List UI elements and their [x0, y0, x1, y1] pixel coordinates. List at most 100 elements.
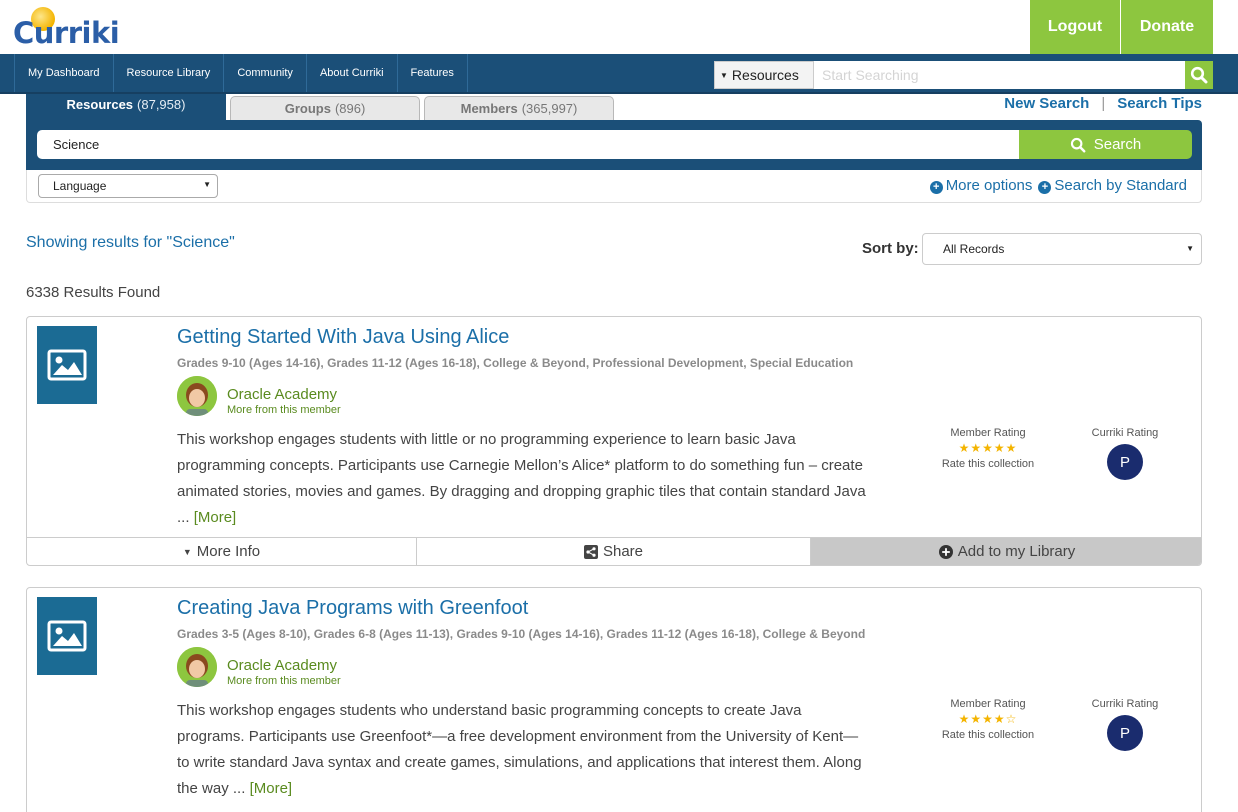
results-count: 6338 Results Found: [26, 284, 161, 301]
star-icon: ★: [970, 712, 983, 726]
member-rating-label: Member Rating: [950, 698, 1026, 710]
main-nav: My Dashboard Resource Library Community …: [0, 54, 1238, 94]
share-icon: [583, 544, 598, 559]
tab-resources-count: (87,958): [137, 97, 186, 112]
more-options-label: More options: [945, 177, 1033, 194]
filter-row: Language ▼ + More options + Search by Stan…: [26, 170, 1202, 203]
nav-item-resource-library[interactable]: Resource Library: [114, 54, 225, 92]
more-info-button[interactable]: ▼ More Info: [27, 538, 417, 565]
tab-members-label: Members: [460, 101, 518, 116]
language-select[interactable]: Language ▼: [38, 174, 218, 198]
nav-item-about-curriki[interactable]: About Curriki: [307, 54, 398, 92]
curriki-rating: Curriki Rating P: [1077, 698, 1173, 751]
search-tips-link[interactable]: Search Tips: [1117, 95, 1202, 112]
author-link[interactable]: Oracle Academy: [227, 386, 337, 403]
search-links: New Search | Search Tips: [1004, 95, 1202, 112]
header-search-input[interactable]: [814, 61, 1185, 89]
member-avatar-icon: [177, 647, 217, 687]
star-rating[interactable]: ★★★★★: [927, 441, 1049, 455]
share-button[interactable]: Share: [417, 538, 811, 565]
logout-button[interactable]: Logout: [1030, 0, 1120, 54]
tab-resources-label: Resources: [66, 97, 134, 112]
avatar[interactable]: [177, 376, 217, 416]
star-icon: ★: [993, 712, 1006, 726]
star-rating[interactable]: ★★★★☆: [927, 712, 1049, 726]
site-header: Curriki Logout Donate: [0, 0, 1238, 54]
plus-circle-icon: +: [929, 181, 943, 194]
resource-title[interactable]: Getting Started With Java Using Alice: [177, 326, 509, 349]
resource-title[interactable]: Creating Java Programs with Greenfoot: [177, 597, 528, 620]
sort-select[interactable]: All Records ▼: [922, 233, 1202, 265]
card-actions: ▼ More Info Share Add to my Library: [27, 537, 1201, 565]
header-search-button[interactable]: [1185, 61, 1213, 89]
image-icon: [47, 349, 87, 381]
tab-resources[interactable]: Resources (87,958): [26, 94, 226, 121]
caret-down-icon: ▼: [720, 70, 728, 80]
author-link[interactable]: Oracle Academy: [227, 657, 337, 674]
language-select-label: Language: [53, 179, 107, 193]
result-card: Getting Started With Java Using Alice Gr…: [26, 316, 1202, 566]
logo-text: Curriki: [13, 16, 120, 50]
resource-thumbnail[interactable]: [37, 597, 97, 675]
search-panel: Search: [26, 120, 1202, 170]
result-card: Creating Java Programs with Greenfoot Gr…: [26, 587, 1202, 812]
member-rating: Member Rating ★★★★☆ Rate this collection: [927, 698, 1049, 741]
add-to-library-label: Add to my Library: [957, 543, 1076, 560]
tab-members[interactable]: Members (365,997): [424, 96, 614, 120]
tab-groups-label: Groups: [284, 101, 331, 116]
rate-collection-link[interactable]: Rate this collection: [927, 458, 1049, 470]
resource-description: This workshop engages students with litt…: [177, 427, 867, 531]
star-icon: ★: [970, 441, 983, 455]
showing-results-text: Showing results for "Science": [26, 234, 235, 251]
tab-groups[interactable]: Groups (896): [230, 96, 420, 120]
add-to-library-button[interactable]: Add to my Library: [811, 538, 1201, 565]
donate-button[interactable]: Donate: [1121, 0, 1213, 54]
caret-down-icon: ▼: [182, 546, 192, 557]
plus-circle-icon: +: [1038, 181, 1052, 194]
star-icon: ★: [1005, 441, 1018, 455]
rate-collection-link[interactable]: Rate this collection: [927, 729, 1049, 741]
search-by-standard-link[interactable]: + Search by Standard: [1038, 177, 1187, 194]
member-avatar-icon: [177, 376, 217, 416]
avatar[interactable]: [177, 647, 217, 687]
tab-members-count: (365,997): [521, 101, 578, 116]
header-search: ▼ Resources: [714, 61, 1213, 89]
resource-grades: Grades 3-5 (Ages 8-10), Grades 6-8 (Ages…: [177, 627, 866, 641]
sort-select-value: All Records: [943, 242, 1005, 256]
description-ellipsis: ...: [177, 509, 190, 526]
nav-item-my-dashboard[interactable]: My Dashboard: [15, 54, 114, 92]
resource-description: This workshop engages students who under…: [177, 698, 867, 802]
link-separator: |: [1101, 95, 1106, 112]
star-icon: ★: [982, 441, 994, 455]
tab-groups-count: (896): [334, 101, 366, 116]
caret-down-icon: ▼: [1186, 244, 1194, 253]
search-icon: [1190, 66, 1208, 84]
more-link[interactable]: [More]: [250, 780, 293, 797]
curriki-rating-badge: P: [1107, 715, 1143, 751]
star-icon: ★: [982, 712, 994, 726]
share-label: Share: [602, 543, 644, 560]
curriki-rating-label: Curriki Rating: [1091, 427, 1159, 439]
description-ellipsis: ...: [232, 780, 246, 797]
search-icon: [1070, 137, 1086, 152]
caret-down-icon: ▼: [203, 180, 211, 189]
search-scope-dropdown[interactable]: ▼ Resources: [714, 61, 814, 89]
more-options-link[interactable]: + More options: [929, 177, 1033, 194]
search-scope-label: Resources: [731, 67, 799, 83]
curriki-rating-label: Curriki Rating: [1091, 698, 1159, 710]
search-button[interactable]: Search: [1019, 130, 1192, 159]
resource-thumbnail[interactable]: [37, 326, 97, 404]
search-input[interactable]: [37, 130, 1019, 159]
star-outline-icon: ☆: [1005, 712, 1018, 726]
curriki-logo[interactable]: Curriki: [13, 4, 120, 50]
star-icon: ★: [958, 441, 971, 455]
nav-item-features[interactable]: Features: [398, 54, 468, 92]
more-from-member-link[interactable]: More from this member: [227, 675, 341, 687]
search-by-standard-label: Search by Standard: [1054, 177, 1187, 194]
nav-item-community[interactable]: Community: [224, 54, 307, 92]
more-from-member-link[interactable]: More from this member: [227, 404, 341, 416]
more-link[interactable]: [More]: [194, 509, 237, 526]
new-search-link[interactable]: New Search: [1004, 95, 1089, 112]
star-icon: ★: [993, 441, 1006, 455]
nav-menu: My Dashboard Resource Library Community …: [14, 54, 468, 92]
